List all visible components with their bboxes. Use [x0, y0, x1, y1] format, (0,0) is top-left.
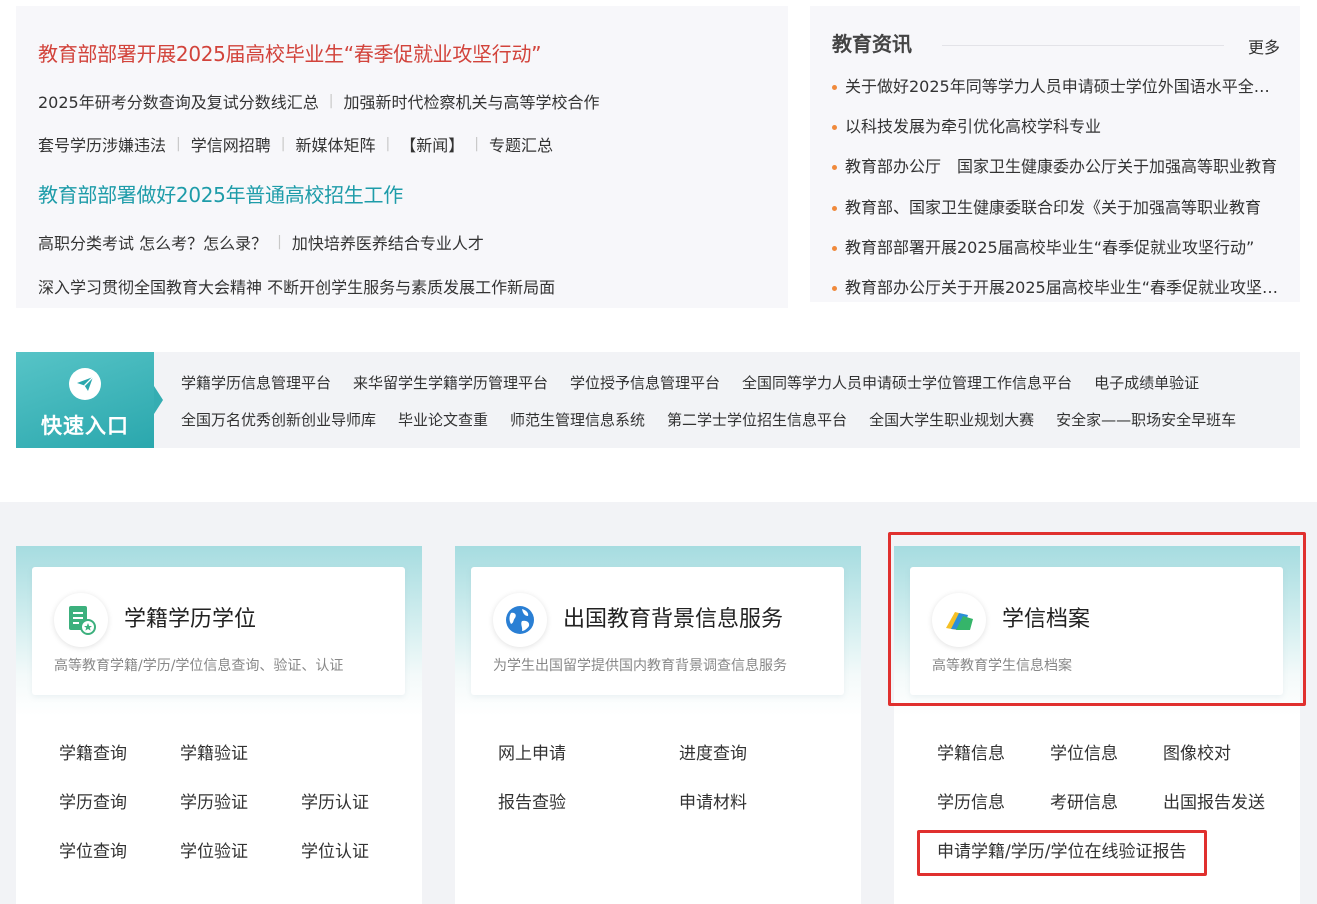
separator: |: [474, 136, 479, 152]
news-link[interactable]: 学信网招聘: [191, 132, 271, 156]
paper-plane-icon: [69, 368, 101, 400]
list-item[interactable]: 关于做好2025年同等学力人员申请硕士学位外国语水平全国统一考试: [832, 76, 1282, 116]
service-link[interactable]: 考研信息: [1050, 788, 1118, 813]
news-link[interactable]: 高职分类考试 怎么考？怎么录？: [38, 230, 267, 254]
news-link[interactable]: 套号学历涉嫌违法: [38, 132, 166, 156]
service-link[interactable]: 学籍信息: [937, 739, 1005, 764]
quick-link[interactable]: 全国大学生职业规划大赛: [869, 409, 1034, 430]
service-link[interactable]: 学历认证: [301, 788, 369, 813]
service-link[interactable]: 学位查询: [59, 837, 127, 862]
service-link[interactable]: 网上申请: [498, 739, 566, 764]
service-link[interactable]: 学历信息: [937, 788, 1005, 813]
quick-link[interactable]: 电子成绩单验证: [1094, 372, 1199, 393]
quick-link[interactable]: 毕业论文查重: [398, 409, 488, 430]
separator: |: [328, 93, 334, 109]
globe-icon: [493, 593, 547, 647]
highlight-box-verification-report: [917, 830, 1207, 876]
news-link[interactable]: 新媒体矩阵: [295, 132, 375, 156]
list-item[interactable]: 教育部、国家卫生健康委联合印发《关于加强高等职业教育: [832, 197, 1282, 237]
education-news-list: 关于做好2025年同等学力人员申请硕士学位外国语水平全国统一考试 以科技发展为牵…: [832, 76, 1282, 317]
list-item[interactable]: 教育部办公厅 国家卫生健康委办公厅关于加强高等职业教育: [832, 156, 1282, 196]
news-link-row-2: 套号学历涉嫌违法 | 学信网招聘 | 新媒体矩阵 | 【新闻】 | 专题汇总: [38, 132, 553, 156]
news-link[interactable]: 加强新时代检察机关与高等学校合作: [343, 89, 599, 113]
news-panel-left: 教育部部署开展2025届高校毕业生“春季促就业攻坚行动” 2025年研考分数查询…: [16, 6, 788, 308]
service-link[interactable]: 学历查询: [59, 788, 127, 813]
service-link[interactable]: 出国报告发送: [1163, 788, 1265, 813]
quick-links-row-2: 全国万名优秀创新创业导师库 毕业论文查重 师范生管理信息系统 第二学士学位招生信…: [181, 409, 1236, 430]
separator: |: [176, 136, 181, 152]
service-card-student-status: 学籍学历学位 高等教育学籍/学历/学位信息查询、验证、认证 学籍查询 学籍验证 …: [16, 546, 422, 904]
service-link[interactable]: 图像校对: [1163, 739, 1231, 764]
more-link[interactable]: 更多: [1248, 34, 1280, 58]
separator: |: [385, 136, 391, 152]
news-link-row-1: 2025年研考分数查询及复试分数线汇总 | 加强新时代检察机关与高等学校合作: [38, 89, 599, 113]
news-link[interactable]: 专题汇总: [489, 132, 553, 156]
news-link[interactable]: 【新闻】: [400, 132, 464, 156]
quick-link[interactable]: 师范生管理信息系统: [510, 409, 645, 430]
quick-link[interactable]: 安全家——职场安全早班车: [1056, 409, 1236, 430]
quick-link[interactable]: 学籍学历信息管理平台: [181, 372, 331, 393]
title-divider: [942, 45, 1224, 46]
service-link[interactable]: 申请材料: [679, 788, 747, 813]
service-link[interactable]: 报告查验: [498, 788, 566, 813]
service-link[interactable]: 学历验证: [180, 788, 248, 813]
news-link[interactable]: 加快培养医养结合专业人才: [292, 230, 484, 254]
service-link[interactable]: 进度查询: [679, 739, 747, 764]
headline-link-admissions[interactable]: 教育部部署做好2025年普通高校招生工作: [38, 179, 403, 208]
highlight-box-archive: [888, 532, 1306, 706]
news-link-row-4: 深入学习贯彻全国教育大会精神 不断开创学生服务与素质发展工作新局面: [38, 274, 555, 298]
service-link[interactable]: 学位验证: [180, 837, 248, 862]
education-news-title: 教育资讯: [832, 32, 912, 56]
service-link[interactable]: 学籍查询: [59, 739, 127, 764]
service-header[interactable]: 出国教育背景信息服务 为学生出国留学提供国内教育背景调查信息服务: [471, 567, 844, 695]
list-item[interactable]: 教育部办公厅关于开展2025届高校毕业生“春季促就业攻坚行动”: [832, 277, 1282, 317]
quick-entry-bar: 快速入口 学籍学历信息管理平台 来华留学生学籍学历管理平台 学位授予信息管理平台…: [16, 352, 1300, 448]
service-description: 高等教育学籍/学历/学位信息查询、验证、认证: [54, 658, 344, 674]
service-link[interactable]: 学位认证: [301, 837, 369, 862]
quick-link[interactable]: 来华留学生学籍学历管理平台: [353, 372, 548, 393]
quick-entry-badge: 快速入口: [16, 352, 163, 448]
service-card-overseas-background: 出国教育背景信息服务 为学生出国留学提供国内教育背景调查信息服务 网上申请 进度…: [455, 546, 861, 904]
separator: |: [280, 136, 286, 152]
education-news-panel: 教育资讯 更多 关于做好2025年同等学力人员申请硕士学位外国语水平全国统一考试…: [810, 6, 1300, 302]
list-item[interactable]: 以科技发展为牵引优化高校学科专业: [832, 116, 1282, 156]
service-title: 出国教育背景信息服务: [563, 607, 784, 632]
document-check-icon: [54, 593, 108, 647]
quick-entry-label: 快速入口: [41, 414, 129, 438]
service-title: 学籍学历学位: [124, 607, 257, 632]
quick-link[interactable]: 全国万名优秀创新创业导师库: [181, 409, 376, 430]
headline-link-spring-employment[interactable]: 教育部部署开展2025届高校毕业生“春季促就业攻坚行动”: [38, 38, 542, 67]
service-link[interactable]: 学位信息: [1050, 739, 1118, 764]
news-link-row-3: 高职分类考试 怎么考？怎么录？ | 加快培养医养结合专业人才: [38, 230, 484, 254]
quick-link[interactable]: 学位授予信息管理平台: [570, 372, 720, 393]
quick-link[interactable]: 全国同等学力人员申请硕士学位管理工作信息平台: [742, 372, 1072, 393]
quick-links-row-1: 学籍学历信息管理平台 来华留学生学籍学历管理平台 学位授予信息管理平台 全国同等…: [181, 372, 1199, 393]
service-description: 为学生出国留学提供国内教育背景调查信息服务: [493, 658, 787, 674]
news-link[interactable]: 2025年研考分数查询及复试分数线汇总: [38, 89, 319, 113]
separator: |: [277, 234, 282, 250]
service-header[interactable]: 学籍学历学位 高等教育学籍/学历/学位信息查询、验证、认证: [32, 567, 405, 695]
quick-link[interactable]: 第二学士学位招生信息平台: [667, 409, 847, 430]
news-link[interactable]: 深入学习贯彻全国教育大会精神 不断开创学生服务与素质发展工作新局面: [38, 274, 555, 298]
list-item[interactable]: 教育部部署开展2025届高校毕业生“春季促就业攻坚行动”: [832, 237, 1282, 277]
service-link[interactable]: 学籍验证: [180, 739, 248, 764]
